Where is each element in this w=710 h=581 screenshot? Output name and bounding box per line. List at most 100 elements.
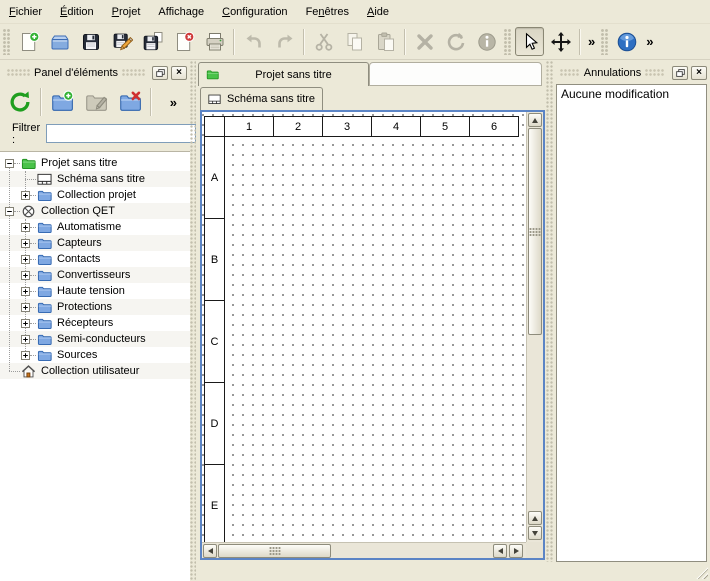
schema-row-header: B: [204, 218, 225, 301]
expand-expander-icon[interactable]: [21, 255, 30, 264]
expand-expander-icon[interactable]: [21, 271, 30, 280]
menu-fichier[interactable]: Fichier: [0, 0, 51, 23]
collapse-expander-icon[interactable]: [5, 207, 14, 216]
new-category-icon: [50, 90, 74, 114]
folder-icon: [37, 300, 52, 315]
toolbar-separator: [150, 88, 152, 116]
save-as-button[interactable]: [107, 27, 136, 56]
about-info-icon: [616, 31, 638, 53]
scroll-up-button[interactable]: [528, 113, 542, 127]
copy-button: [340, 27, 369, 56]
rotate-icon: [445, 31, 467, 53]
tree-item-label: Récepteurs: [57, 317, 113, 329]
toolbar-separator: [40, 88, 42, 116]
folder-icon: [37, 332, 52, 347]
new-category-button[interactable]: [46, 86, 78, 118]
open-document-icon: [49, 31, 71, 53]
horizontal-scroll-thumb[interactable]: [218, 544, 331, 558]
about-info-button[interactable]: [612, 27, 641, 56]
toolbar-separator: [233, 29, 235, 55]
expand-expander-icon[interactable]: [21, 319, 30, 328]
select-tool-button[interactable]: [515, 27, 544, 56]
scroll-left-button-right[interactable]: [493, 544, 507, 558]
toolbar-overflow-button[interactable]: »: [584, 34, 599, 49]
filter-input[interactable]: [46, 124, 196, 143]
tree-item-protections[interactable]: Protections: [0, 299, 190, 315]
collapse-expander-icon[interactable]: [5, 159, 14, 168]
tree-item-semi-conducteurs[interactable]: Semi-conducteurs: [0, 331, 190, 347]
copy-icon: [344, 31, 366, 53]
undo-list-item[interactable]: Aucune modification: [557, 85, 706, 103]
scroll-left-button[interactable]: [203, 544, 217, 558]
expand-expander-icon[interactable]: [21, 287, 30, 296]
tree-branch-line: [30, 323, 36, 324]
dock-title-texture: [645, 69, 665, 77]
dock-close-button[interactable]: ×: [171, 66, 187, 80]
tree-item-projet-sans-titre[interactable]: Projet sans titre: [0, 155, 190, 171]
elements-panel-titlebar[interactable]: Panel d'éléments ×: [3, 63, 187, 82]
toolbar-drag-handle[interactable]: [504, 29, 512, 55]
close-icon: ×: [696, 68, 702, 78]
menu-aide[interactable]: Aide: [358, 0, 398, 23]
schema-horizontal-scrollbar[interactable]: [202, 542, 526, 558]
tree-item-label: Collection QET: [41, 205, 115, 217]
reload-collections-button[interactable]: [4, 86, 36, 118]
folder-icon: [37, 236, 52, 251]
expand-expander-icon[interactable]: [21, 239, 30, 248]
open-document-button[interactable]: [45, 27, 74, 56]
schema-vertical-scrollbar[interactable]: [526, 112, 543, 542]
expand-expander-icon[interactable]: [21, 223, 30, 232]
vertical-scroll-thumb[interactable]: [528, 128, 542, 335]
tree-item-convertisseurs[interactable]: Convertisseurs: [0, 267, 190, 283]
scroll-down-button[interactable]: [528, 526, 542, 540]
tree-item-automatisme[interactable]: Automatisme: [0, 219, 190, 235]
toolbar-overflow-button[interactable]: »: [642, 34, 657, 49]
menu-edition[interactable]: Édition: [51, 0, 103, 23]
tree-item-sources[interactable]: Sources: [0, 347, 190, 363]
tree-item-label: Automatisme: [57, 221, 121, 233]
dock-close-button[interactable]: ×: [691, 66, 707, 80]
tree-item-haute-tension[interactable]: Haute tension: [0, 283, 190, 299]
print-button[interactable]: [200, 27, 229, 56]
toolbar-drag-handle[interactable]: [601, 29, 609, 55]
tree-item-collection-utilisateur[interactable]: Collection utilisateur: [0, 363, 190, 379]
tree-item-capteurs[interactable]: Capteurs: [0, 235, 190, 251]
scroll-right-button[interactable]: [509, 544, 523, 558]
dock-float-button[interactable]: [152, 66, 168, 80]
new-document-button[interactable]: [14, 27, 43, 56]
expand-expander-icon[interactable]: [21, 303, 30, 312]
tree-item-collection-qet[interactable]: Collection QET: [0, 203, 190, 219]
tree-branch-line: [30, 259, 36, 260]
panel-overflow-button[interactable]: »: [166, 95, 181, 110]
menu-projet[interactable]: Projet: [103, 0, 150, 23]
close-document-button[interactable]: [169, 27, 198, 56]
expand-expander-icon[interactable]: [21, 191, 30, 200]
undo-dock-titlebar[interactable]: Annulations ×: [556, 63, 707, 82]
move-tool-button[interactable]: [546, 27, 575, 56]
toolbar-drag-handle[interactable]: [3, 29, 11, 55]
schema-icon: [207, 93, 222, 106]
tab-schema-label: Schéma sans titre: [227, 93, 315, 105]
select-tool-icon: [519, 31, 541, 53]
expand-expander-icon[interactable]: [21, 351, 30, 360]
scroll-up-button-bottom[interactable]: [528, 511, 542, 525]
menu-affichage[interactable]: Affichage: [149, 0, 213, 23]
tab-schema[interactable]: Schéma sans titre: [200, 87, 323, 110]
schema-column-header: 3: [322, 116, 372, 137]
tree-item-recepteurs[interactable]: Récepteurs: [0, 315, 190, 331]
expand-expander-icon[interactable]: [21, 335, 30, 344]
main-toolbar: »»: [0, 24, 710, 60]
save-button[interactable]: [76, 27, 105, 56]
elements-panel-toolbar: »: [0, 83, 190, 121]
tree-item-contacts[interactable]: Contacts: [0, 251, 190, 267]
tree-item-label: Capteurs: [57, 237, 102, 249]
schema-canvas[interactable]: 123456ABCDE: [202, 112, 526, 542]
save-all-button[interactable]: [138, 27, 167, 56]
tree-item-collection-projet[interactable]: Collection projet: [0, 187, 190, 203]
menu-fenetres[interactable]: Fenêtres: [297, 0, 358, 23]
right-dock-splitter[interactable]: [546, 61, 553, 562]
menu-configuration[interactable]: Configuration: [213, 0, 296, 23]
tab-project[interactable]: Projet sans titre: [198, 62, 369, 86]
delete-category-button[interactable]: [114, 86, 146, 118]
dock-float-button[interactable]: [672, 66, 688, 80]
